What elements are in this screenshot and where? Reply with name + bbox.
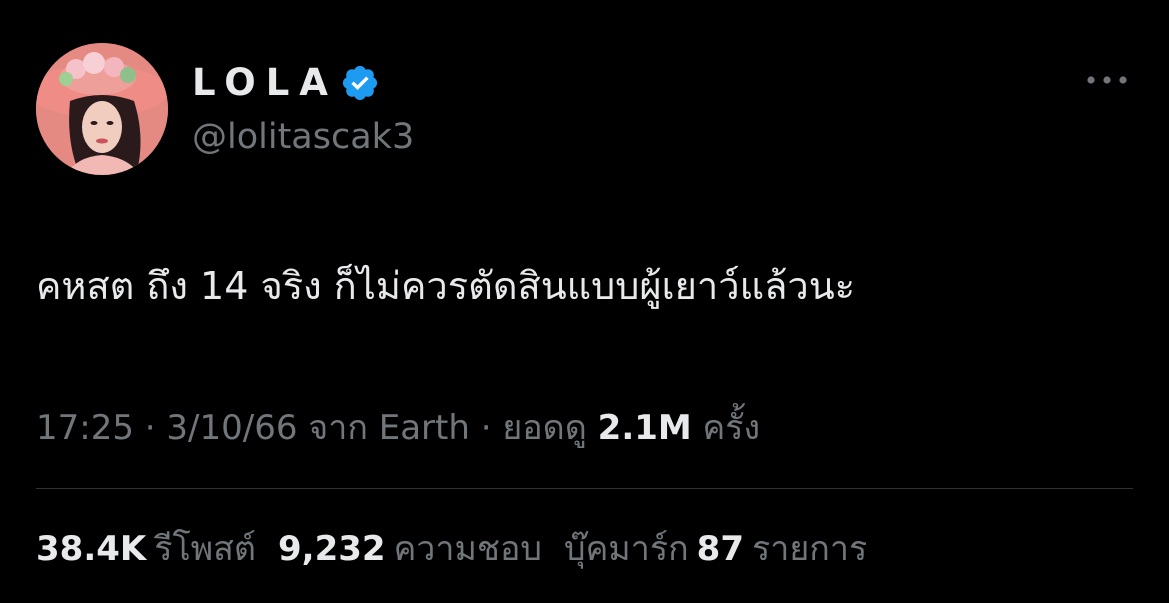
views-unit: ครั้ง [691,408,761,448]
likes-count: 9,232 [278,529,386,569]
bookmarks-unit: รายการ [752,529,868,569]
tweet-date[interactable]: 3/10/66 [166,408,297,448]
views-count: 2.1M [597,408,692,448]
bookmarks-stat[interactable]: บุ๊คมาร์ก 87 รายการ [564,522,867,576]
tweet-source[interactable]: Earth [379,408,470,448]
verified-badge-icon [340,63,380,103]
views-label: ยอดดู [502,408,598,448]
engagement-stats: 38.4K รีโพสต์ 9,232 ความชอบ บุ๊คมาร์ก 87 ราย… [36,522,889,576]
reposts-label: รีโพสต์ [154,529,257,569]
tweet-time[interactable]: 17:25 [36,408,134,448]
bookmarks-label: บุ๊คมาร์ก [563,529,689,569]
bookmarks-count: 87 [696,529,744,569]
likes-stat[interactable]: 9,232 ความชอบ [278,522,542,576]
reposts-stat[interactable]: 38.4K รีโพสต์ [36,522,256,576]
meta-separator: · [133,408,167,448]
from-label: จาก [297,408,379,448]
avatar-image [36,43,168,175]
more-horizontal-icon [1087,76,1127,84]
reposts-count: 38.4K [36,529,147,569]
avatar[interactable] [36,43,168,175]
name-row: LOLA [192,58,380,108]
tweet-meta: 17:25 · 3/10/66 จาก Earth · ยอดดู 2.1M ค… [36,402,760,454]
display-name[interactable]: LOLA [192,58,338,108]
more-options-button[interactable] [1082,62,1132,98]
user-handle[interactable]: @lolitascak3 [192,113,414,161]
likes-label: ความชอบ [393,529,542,569]
tweet-card: LOLA @lolitascak3 คหสต ถึง 14 จริง ก็ไม่… [0,0,1169,603]
meta-separator: · [469,408,503,448]
tweet-text: คหสต ถึง 14 จริง ก็ไม่ควรตัดสินแบบผู้เยา… [36,264,856,308]
divider [36,488,1133,489]
